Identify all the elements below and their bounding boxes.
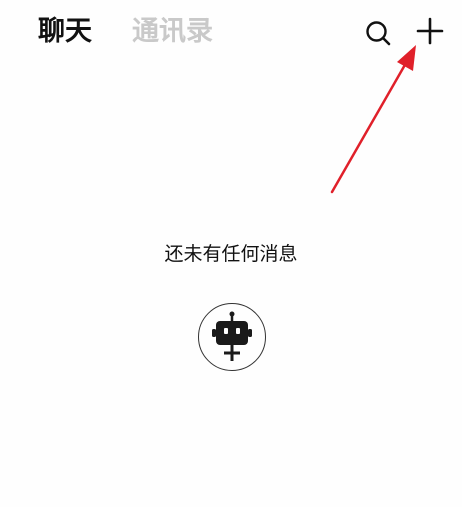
empty-message: 还未有任何消息 bbox=[164, 243, 298, 265]
robot-add-icon bbox=[212, 311, 252, 361]
tab-contacts[interactable]: 通讯录 bbox=[132, 14, 213, 50]
header-tabs: 聊天 通讯录 bbox=[38, 14, 253, 50]
add-bot-button[interactable] bbox=[198, 303, 266, 371]
tab-chat[interactable]: 聊天 bbox=[38, 14, 92, 50]
search-icon[interactable] bbox=[364, 19, 392, 47]
plus-icon[interactable] bbox=[416, 17, 444, 45]
